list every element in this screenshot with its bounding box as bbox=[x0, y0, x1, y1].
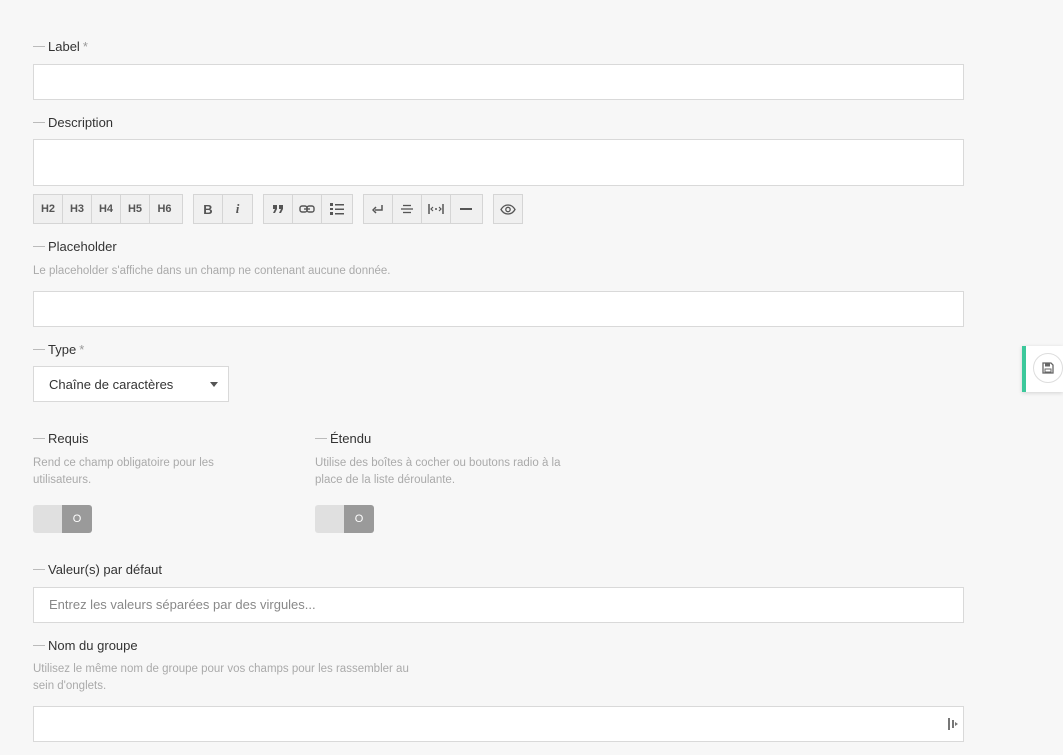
type-selected-value: Chaîne de caractères bbox=[49, 376, 174, 392]
h4-button[interactable]: H4 bbox=[92, 195, 121, 223]
strikethrough-icon bbox=[401, 204, 413, 214]
requis-field-title: Requis bbox=[33, 431, 88, 446]
save-tab[interactable] bbox=[1022, 346, 1063, 392]
layout-toolbar-group bbox=[363, 194, 483, 224]
group-input[interactable] bbox=[33, 706, 964, 742]
etendu-field-title: Étendu bbox=[315, 431, 371, 446]
horizontal-rule-icon bbox=[459, 208, 472, 210]
h5-button[interactable]: H5 bbox=[121, 195, 150, 223]
requis-toggle[interactable]: O bbox=[33, 505, 92, 533]
save-tab-accent bbox=[1022, 346, 1026, 392]
list-icon bbox=[329, 203, 344, 215]
etendu-help-text: Utilise des boîtes à cocher ou boutons r… bbox=[315, 457, 561, 486]
bold-button[interactable]: B bbox=[194, 195, 223, 223]
group-field-title: Nom du groupe bbox=[33, 638, 138, 653]
heading-toolbar-group: H2 H3 H4 H5 H6 bbox=[33, 194, 183, 224]
etendu-toggle-knob: O bbox=[344, 505, 374, 533]
link-button[interactable] bbox=[293, 195, 322, 223]
link-icon bbox=[299, 205, 315, 213]
h3-button[interactable]: H3 bbox=[63, 195, 92, 223]
h2-button[interactable]: H2 bbox=[34, 195, 63, 223]
h6-button[interactable]: H6 bbox=[150, 195, 179, 223]
spacing-button[interactable] bbox=[422, 195, 451, 223]
type-select[interactable]: Chaîne de caractères bbox=[33, 366, 229, 402]
defaults-input[interactable]: Entrez les valeurs séparées par des virg… bbox=[33, 587, 964, 623]
save-icon bbox=[1042, 362, 1054, 374]
autocomplete-icon bbox=[948, 718, 958, 730]
eye-icon bbox=[500, 203, 516, 215]
save-button[interactable] bbox=[1033, 353, 1063, 383]
group-help-text: Utilisez le même nom de groupe pour vos … bbox=[33, 663, 409, 692]
spacing-icon bbox=[428, 204, 444, 214]
preview-button[interactable] bbox=[494, 195, 522, 223]
italic-button[interactable]: i bbox=[223, 195, 252, 223]
quote-button[interactable] bbox=[264, 195, 293, 223]
label-field-title: Label * bbox=[33, 39, 88, 54]
line-break-icon bbox=[372, 205, 383, 214]
description-textarea[interactable] bbox=[33, 139, 964, 186]
etendu-toggle[interactable]: O bbox=[315, 505, 374, 533]
requis-help-text: Rend ce champ obligatoire pour les utili… bbox=[33, 457, 214, 486]
horizontal-rule-button[interactable] bbox=[451, 195, 480, 223]
placeholder-help-text: Le placeholder s'affiche dans un champ n… bbox=[33, 265, 391, 277]
requis-toggle-knob: O bbox=[62, 505, 92, 533]
quote-icon bbox=[273, 205, 283, 213]
defaults-field-title: Valeur(s) par défaut bbox=[33, 562, 162, 577]
line-break-button[interactable] bbox=[364, 195, 393, 223]
placeholder-input[interactable] bbox=[33, 291, 964, 327]
chevron-down-icon bbox=[210, 381, 218, 387]
description-field-title: Description bbox=[33, 115, 113, 130]
preview-toolbar-group bbox=[493, 194, 523, 224]
list-button[interactable] bbox=[322, 195, 351, 223]
format-toolbar-group: B i bbox=[193, 194, 253, 224]
label-input[interactable] bbox=[33, 64, 964, 100]
placeholder-field-title: Placeholder bbox=[33, 239, 117, 254]
insert-toolbar-group bbox=[263, 194, 353, 224]
type-field-title: Type * bbox=[33, 342, 84, 357]
strikethrough-button[interactable] bbox=[393, 195, 422, 223]
